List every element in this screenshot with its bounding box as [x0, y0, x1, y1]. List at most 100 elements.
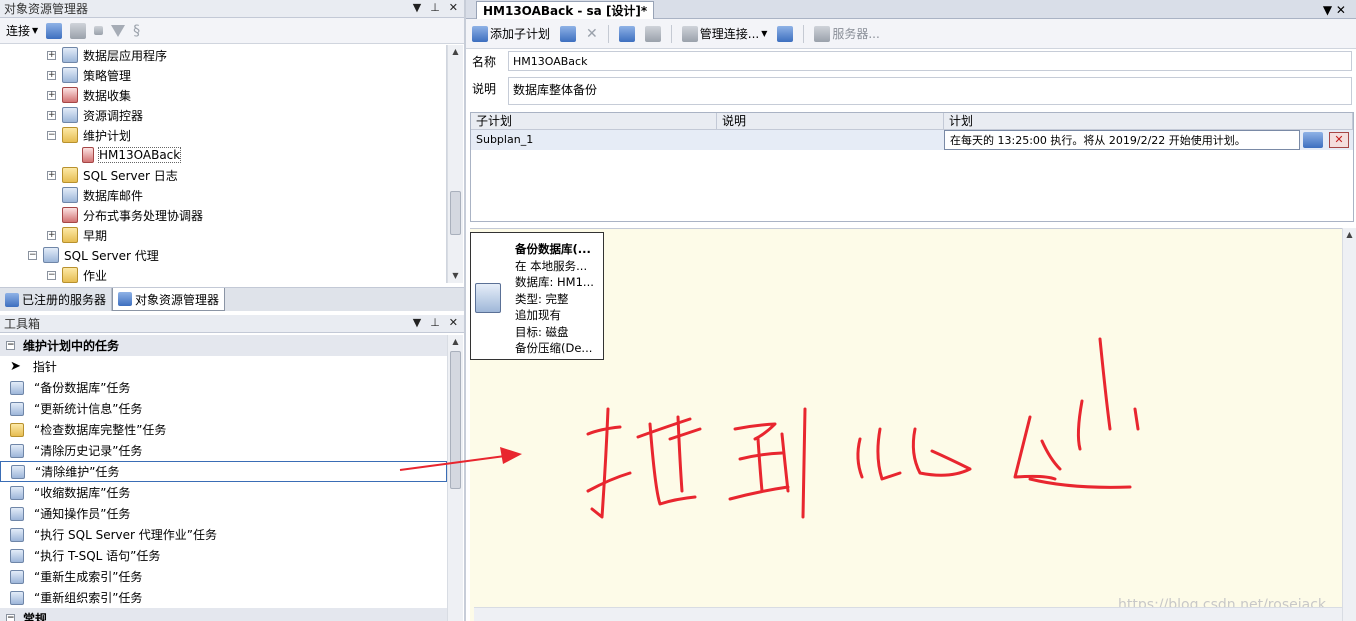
schedule-remove-icon[interactable]: ✕ — [1329, 132, 1349, 148]
scroll-up-arrow[interactable]: ▲ — [448, 335, 463, 349]
toolbox-group-maintenance-tasks[interactable]: − 维护计划中的任务 — [0, 335, 447, 356]
column-header-description: 说明 — [717, 113, 944, 129]
canvas-hscroll[interactable] — [474, 607, 1346, 621]
tree-node-label: 数据库邮件 — [83, 188, 144, 203]
tree-node[interactable]: − 维护计划 — [0, 125, 446, 145]
tab-object-explorer[interactable]: 对象资源管理器 — [112, 288, 226, 311]
tree-node[interactable]: + SQL Server 日志 — [0, 165, 446, 185]
manage-connections-label: 管理连接... — [699, 27, 760, 41]
toolbox-item-agent-job[interactable]: “执行 SQL Server 代理作业”任务 — [0, 524, 447, 545]
description-label: 说明 — [472, 82, 497, 96]
expand-toggle[interactable]: + — [47, 230, 56, 240]
expand-toggle[interactable]: + — [47, 110, 56, 120]
close-icon[interactable]: ✕ — [449, 316, 458, 329]
connect-button[interactable]: 连接 ▼ — [6, 22, 38, 39]
schedule-icon[interactable] — [618, 25, 635, 42]
subplan-properties-icon[interactable] — [560, 25, 577, 42]
tab-registered-servers[interactable]: 已注册的服务器 — [0, 288, 113, 311]
cell-schedule[interactable]: 在每天的 13:25:00 执行。将从 2019/2/22 开始使用计划。 — [944, 130, 1300, 150]
task-line-compression: 备份压缩(De... — [515, 341, 593, 355]
remove-schedule-icon[interactable] — [644, 25, 661, 42]
dropdown-icon[interactable]: ▼ — [413, 316, 421, 329]
resource-icon — [62, 107, 78, 123]
description-field[interactable]: 数据库整体备份 — [508, 77, 1352, 105]
toolbox-item-cleanup-history[interactable]: “清除历史记录”任务 — [0, 440, 447, 461]
tree-scrollbar[interactable]: ▲ ▼ — [447, 45, 463, 283]
tree-node[interactable]: − 作业 — [0, 265, 446, 283]
toolbox-item-rebuild-index[interactable]: “重新生成索引”任务 — [0, 566, 447, 587]
toolbox-item-update-stats[interactable]: “更新统计信息”任务 — [0, 398, 447, 419]
toolbox-item-pointer[interactable]: ➤ 指针 — [0, 356, 447, 377]
panel-controls: ▼ ⊥ ✕ — [413, 316, 458, 329]
canvas-vscroll[interactable]: ▲ — [1342, 228, 1356, 621]
object-explorer-title-bar: 对象资源管理器 ▼ ⊥ ✕ — [0, 0, 464, 18]
collapse-toggle[interactable]: − — [47, 270, 56, 280]
scroll-up-arrow[interactable]: ▲ — [448, 45, 463, 59]
expand-toggle[interactable]: + — [47, 170, 56, 180]
scroll-thumb[interactable] — [450, 351, 461, 489]
toolbox-item-tsql[interactable]: “执行 T-SQL 语句”任务 — [0, 545, 447, 566]
table-row[interactable]: Subplan_1 在每天的 13:25:00 执行。将从 2019/2/22 … — [471, 130, 1353, 150]
name-field[interactable]: HM13OABack — [508, 51, 1352, 71]
pin-icon[interactable]: ⊥ — [430, 316, 440, 329]
collapse-toggle[interactable]: − — [6, 614, 15, 621]
task-line-append: 追加现有 — [515, 308, 561, 322]
toolbox-item-check-integrity[interactable]: “检查数据库完整性”任务 — [0, 419, 447, 440]
tree-node[interactable]: − SQL Server 代理 — [0, 245, 446, 265]
collapse-toggle[interactable]: − — [28, 250, 37, 260]
close-icon[interactable]: ▼ ✕ — [1323, 3, 1346, 17]
scroll-down-arrow[interactable]: ▼ — [448, 269, 463, 283]
toolbox-item-backup-db[interactable]: “备份数据库”任务 — [0, 377, 447, 398]
folder-icon — [62, 127, 78, 143]
manage-connections-button[interactable]: 管理连接... ▼ — [681, 25, 767, 42]
tree-node[interactable]: 分布式事务处理协调器 — [0, 205, 446, 225]
tree-node-label: SQL Server 代理 — [64, 248, 159, 263]
document-tab[interactable]: HM13OABack - sa [设计]* — [476, 1, 655, 19]
expand-toggle[interactable]: + — [47, 90, 56, 100]
filter-icon[interactable] — [111, 24, 126, 37]
tree-node[interactable]: + 资源调控器 — [0, 105, 446, 125]
scroll-up-arrow[interactable]: ▲ — [1343, 228, 1356, 242]
tree-node[interactable]: HM13OABack — [0, 145, 446, 165]
cell-description[interactable] — [717, 130, 944, 150]
toolbox-group-general[interactable]: − 常规 — [0, 608, 447, 621]
toolbox-item-notify-operator[interactable]: “通知操作员”任务 — [0, 503, 447, 524]
expand-toggle[interactable]: + — [47, 70, 56, 80]
left-panel: 对象资源管理器 ▼ ⊥ ✕ 连接 ▼ § + 数据层应用程序 + 策略管理 + 数… — [0, 0, 464, 621]
dropdown-icon[interactable]: ▼ — [413, 1, 421, 14]
toolbox-scrollbar[interactable]: ▲ — [447, 335, 463, 621]
connect-label: 连接 — [6, 24, 31, 38]
delete-icon[interactable]: ✕ — [586, 26, 598, 42]
tree-node[interactable]: + 早期 — [0, 225, 446, 245]
scroll-thumb[interactable] — [450, 191, 461, 235]
design-canvas[interactable]: 备份数据库(... 在 本地服务... 数据库: HM1... 类型: 完整 追… — [470, 228, 1346, 621]
toolbox-item-reorganize-index[interactable]: “重新组织索引”任务 — [0, 587, 447, 608]
manage-connections-icon — [681, 25, 698, 42]
stop-icon[interactable] — [94, 26, 104, 35]
tree-node[interactable]: + 数据收集 — [0, 85, 446, 105]
disconnect-icon[interactable] — [70, 22, 87, 39]
task-line-server: 在 本地服务... — [515, 258, 588, 273]
backup-task-box[interactable]: 备份数据库(... 在 本地服务... 数据库: HM1... 类型: 完整 追… — [470, 232, 604, 360]
expand-toggle[interactable]: + — [47, 50, 56, 60]
item-label: “重新生成索引”任务 — [34, 570, 143, 584]
cell-subplan[interactable]: Subplan_1 — [471, 130, 717, 150]
collapse-toggle[interactable]: − — [6, 341, 15, 350]
servers-button[interactable]: 服务器... — [814, 25, 880, 42]
add-subplan-button[interactable]: 添加子计划 — [472, 25, 550, 42]
connect-server-icon[interactable] — [46, 22, 63, 39]
close-icon[interactable]: ✕ — [449, 1, 458, 14]
schedule-edit-icon[interactable] — [1303, 132, 1323, 148]
pin-icon[interactable]: ⊥ — [430, 1, 440, 14]
tree-node[interactable]: + 策略管理 — [0, 65, 446, 85]
tree-node[interactable]: + 数据层应用程序 — [0, 45, 446, 65]
toolbox-item-shrink-db[interactable]: “收缩数据库”任务 — [0, 482, 447, 503]
collapse-toggle[interactable]: − — [47, 130, 56, 140]
cleanup-maintenance-icon — [11, 464, 25, 479]
toolbox-item-cleanup-maintenance[interactable]: “清除维护”任务 — [0, 461, 447, 482]
cleanup-history-icon — [10, 443, 24, 458]
policy-icon — [62, 67, 78, 83]
refresh-icon[interactable]: § — [133, 23, 149, 39]
reporting-icon[interactable] — [777, 25, 794, 42]
tree-node[interactable]: 数据库邮件 — [0, 185, 446, 205]
